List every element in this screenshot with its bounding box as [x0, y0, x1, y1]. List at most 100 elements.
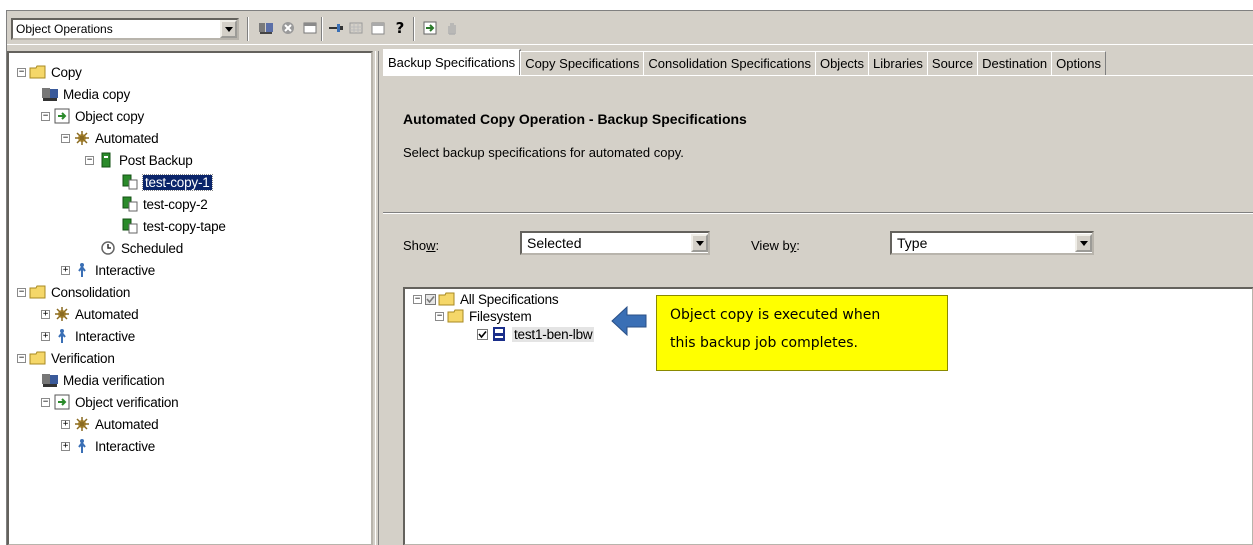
tree-item-verification-automated[interactable]: + Automated	[61, 413, 159, 435]
stop-icon[interactable]	[279, 19, 297, 37]
tree-item-automated[interactable]: − Automated	[61, 127, 159, 149]
tab-options[interactable]: Options	[1051, 51, 1106, 75]
interactive-icon	[73, 262, 91, 278]
tree-item-post-backup[interactable]: − Post Backup	[85, 149, 193, 171]
chevron-down-icon[interactable]	[220, 20, 237, 38]
tree-item-test-copy-2[interactable]: test-copy-2	[121, 193, 208, 215]
tree-item-consolidation-automated[interactable]: + Automated	[41, 303, 139, 325]
copy-spec-icon	[121, 196, 139, 212]
checkbox-checked[interactable]	[477, 328, 488, 340]
collapse-icon[interactable]: −	[435, 311, 444, 321]
tree-item-verification[interactable]: − Verification	[17, 347, 115, 369]
tree-item-media-verification[interactable]: Media verification	[41, 369, 165, 391]
tree-label: Interactive	[95, 262, 156, 278]
tree-label: Object copy	[75, 108, 145, 124]
tree-item-media-copy[interactable]: Media copy	[41, 83, 130, 105]
viewby-select[interactable]: Type	[890, 231, 1094, 255]
collapse-icon[interactable]: −	[17, 287, 26, 297]
viewby-label: View by:	[751, 238, 800, 253]
show-select[interactable]: Selected	[520, 231, 710, 255]
checkbox-partial[interactable]	[425, 293, 436, 305]
tree-label: Interactive	[75, 328, 136, 344]
context-select[interactable]: Object Operations	[11, 18, 239, 40]
expand-icon[interactable]: +	[41, 309, 50, 319]
tree-item-test-copy-tape[interactable]: test-copy-tape	[121, 215, 226, 237]
tab-libraries[interactable]: Libraries	[868, 51, 928, 75]
tree-item-test1-ben-lbw[interactable]: test1-ben-lbw	[477, 324, 595, 344]
collapse-icon[interactable]: −	[17, 353, 26, 363]
collapse-icon[interactable]: −	[61, 133, 70, 143]
tree-label: Interactive	[95, 438, 156, 454]
tree-label: Object verification	[75, 394, 179, 410]
collapse-icon[interactable]: −	[85, 155, 94, 165]
copy-spec-icon	[121, 174, 139, 190]
device-icon[interactable]	[257, 19, 275, 37]
tree-item-filesystem[interactable]: − Filesystem	[435, 306, 532, 326]
toolbar-separator	[413, 17, 415, 41]
clock-icon	[99, 240, 117, 256]
application-window: Object Operations ? − Copy Media copy − …	[6, 10, 1253, 545]
annotation-callout: Object copy is executed when this backup…	[656, 295, 948, 371]
tab-source[interactable]: Source	[926, 51, 979, 75]
tree-label: Automated	[95, 416, 159, 432]
collapse-icon[interactable]: −	[413, 294, 422, 304]
folder-icon	[29, 350, 47, 366]
export-icon[interactable]	[421, 19, 439, 37]
grid-icon[interactable]	[347, 19, 365, 37]
tree-item-copy[interactable]: − Copy	[17, 61, 82, 83]
tree-label: Verification	[51, 350, 115, 366]
folder-icon	[447, 308, 465, 324]
folder-icon	[438, 291, 456, 307]
folder-icon	[29, 284, 47, 300]
automated-icon	[73, 130, 91, 146]
tree-label: Scheduled	[121, 240, 184, 256]
chevron-down-icon[interactable]	[691, 234, 708, 252]
toolbar: Object Operations ?	[7, 11, 1253, 45]
tree-item-object-verification[interactable]: − Object verification	[41, 391, 179, 413]
expand-icon[interactable]: +	[61, 265, 70, 275]
interactive-icon	[53, 328, 71, 344]
tab-objects[interactable]: Objects	[814, 51, 870, 75]
help-icon[interactable]: ?	[391, 19, 409, 37]
tree-item-object-copy[interactable]: − Object copy	[41, 105, 144, 127]
calendar-icon[interactable]	[369, 19, 387, 37]
annotation-line-2: this backup job completes.	[670, 335, 858, 351]
show-label: Show:	[403, 238, 440, 253]
tree-label: test-copy-2	[143, 196, 208, 212]
tree-item-test-copy-1[interactable]: test-copy-1	[121, 171, 213, 193]
expand-icon[interactable]: +	[61, 419, 70, 429]
tree-item-consolidation-interactive[interactable]: + Interactive	[41, 325, 135, 347]
annotation-line-1: Object copy is executed when	[670, 307, 881, 323]
tree-label: Media copy	[63, 86, 131, 102]
show-select-value: Selected	[527, 235, 582, 251]
chevron-down-icon[interactable]	[1075, 234, 1092, 252]
tree-item-verification-interactive[interactable]: + Interactive	[61, 435, 155, 457]
collapse-icon[interactable]: −	[41, 111, 50, 121]
tree-item-scheduled[interactable]: Scheduled	[99, 237, 183, 259]
page-description: Select backup specifications for automat…	[403, 145, 684, 160]
tree-label: Consolidation	[51, 284, 131, 300]
tab-copy-specifications[interactable]: Copy Specifications	[520, 51, 645, 75]
tree-item-interactive[interactable]: + Interactive	[61, 259, 155, 281]
post-backup-icon	[97, 152, 115, 168]
content-header: Automated Copy Operation - Backup Specif…	[383, 75, 1253, 215]
collapse-icon[interactable]: −	[17, 67, 26, 77]
media-verification-icon	[41, 372, 59, 388]
tree-label: Post Backup	[119, 152, 193, 168]
pin-icon[interactable]	[327, 19, 345, 37]
expand-icon[interactable]: +	[41, 331, 50, 341]
window-icon[interactable]	[301, 19, 319, 37]
tree-item-consolidation[interactable]: − Consolidation	[17, 281, 130, 303]
tab-consolidation-specifications[interactable]: Consolidation Specifications	[643, 51, 816, 75]
tab-destination[interactable]: Destination	[977, 51, 1053, 75]
backup-spec-icon	[490, 326, 508, 342]
hand-icon[interactable]	[443, 19, 461, 37]
viewby-select-value: Type	[897, 235, 928, 251]
collapse-icon[interactable]: −	[41, 397, 50, 407]
expand-icon[interactable]: +	[61, 441, 70, 451]
tree-label: Filesystem	[469, 308, 532, 324]
pane-splitter[interactable]	[375, 51, 379, 545]
tree-label-selected: test-copy-1	[142, 173, 213, 191]
tab-backup-specifications[interactable]: Backup Specifications	[383, 49, 522, 75]
header-divider	[383, 212, 1253, 214]
